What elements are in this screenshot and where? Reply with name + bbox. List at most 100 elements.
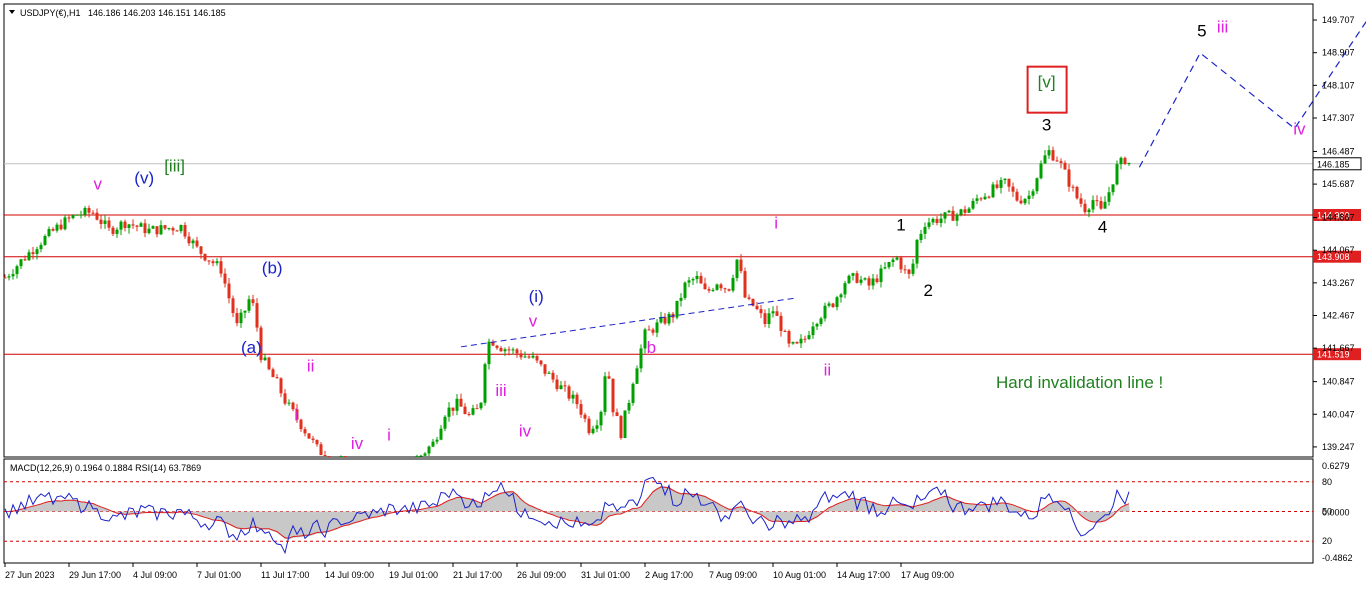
- candle-body: [887, 261, 891, 268]
- candle-body: [123, 221, 127, 228]
- candle-body: [299, 419, 303, 430]
- time-axis-label: 4 Jul 09:00: [133, 570, 177, 580]
- candle-body: [787, 331, 791, 344]
- indicator-axis-label: 20: [1322, 536, 1332, 546]
- price-chart[interactable]: v (v) [iii] (b) (a) ii i iv i (i) v iii iv b i ii 1 2 3 4 5 i…: [0, 0, 1366, 588]
- candle-body: [135, 225, 139, 227]
- candle-body: [7, 276, 11, 278]
- candle-body: [619, 416, 623, 439]
- candle-body: [863, 278, 867, 280]
- price-axis-label: 148.907: [1322, 48, 1355, 58]
- candle-body: [679, 297, 683, 301]
- candle-body: [811, 326, 815, 336]
- candle-body: [1095, 200, 1099, 202]
- candle-body: [39, 244, 43, 250]
- candle-body: [311, 438, 315, 440]
- candle-body: [823, 305, 827, 319]
- candle-body: [19, 259, 23, 267]
- ohlc-values: 146.186 146.203 146.151 146.185: [88, 8, 226, 18]
- candle-body: [967, 208, 971, 213]
- candle-body: [923, 226, 927, 234]
- candle-body: [519, 353, 523, 358]
- candle-body: [755, 305, 759, 310]
- candle-body: [727, 289, 731, 291]
- candle-body: [327, 456, 331, 457]
- candle-body: [247, 299, 251, 311]
- candle-body: [439, 428, 443, 440]
- candle-body: [75, 214, 79, 216]
- candle-body: [695, 275, 699, 280]
- candle-body: [579, 404, 583, 415]
- candle-body: [1031, 191, 1035, 196]
- wave-label: iv: [351, 434, 364, 453]
- wave-label: v: [529, 311, 538, 330]
- wave-label: iv: [519, 422, 532, 441]
- candle-body: [219, 261, 223, 274]
- candle-body: [455, 398, 459, 411]
- wave-projection: [460, 20, 1366, 348]
- candle-body: [611, 378, 615, 413]
- candle-body: [807, 335, 811, 339]
- candle-body: [1011, 186, 1015, 192]
- invalidation-annotation: Hard invalidation line !: [996, 373, 1163, 392]
- candle-body: [447, 407, 451, 417]
- candle-body: [591, 428, 595, 434]
- candle-body: [523, 356, 527, 358]
- symbol-dropdown-icon[interactable]: [9, 10, 15, 14]
- candle-body: [943, 212, 947, 219]
- price-axis-label: 145.687: [1322, 179, 1355, 189]
- candle-body: [975, 198, 979, 201]
- candle-body: [739, 259, 743, 272]
- candle-body: [51, 229, 55, 231]
- candle-body: [763, 313, 767, 324]
- wave-label: (i): [529, 287, 544, 306]
- candle-body: [663, 316, 667, 324]
- candle-body: [183, 225, 187, 237]
- candle-body: [319, 444, 323, 456]
- candle-body: [831, 303, 835, 307]
- candle-body: [515, 349, 519, 354]
- candle-body: [1039, 163, 1043, 179]
- candle-body: [1127, 162, 1131, 164]
- time-axis-label: 14 Aug 17:00: [837, 570, 890, 580]
- candle-body: [131, 224, 135, 226]
- wave-label: iii: [495, 381, 506, 400]
- candle-body: [527, 356, 531, 358]
- wave-label: 5: [1197, 22, 1206, 41]
- level-lines: [4, 214, 1313, 355]
- wave-label: [v]: [1038, 73, 1056, 92]
- candle-body: [531, 355, 535, 358]
- candle-body: [1043, 155, 1047, 164]
- candle-body: [475, 408, 479, 410]
- projection-path: [1138, 20, 1366, 168]
- candle-body: [915, 239, 919, 264]
- candle-body: [1027, 195, 1031, 199]
- candle-body: [195, 240, 199, 247]
- candle-body: [767, 313, 771, 324]
- candle-body: [623, 410, 627, 439]
- candle-body: [667, 313, 671, 324]
- wave-label: iii: [1217, 18, 1228, 37]
- candle-body: [471, 408, 475, 415]
- candle-body: [187, 236, 191, 244]
- candle-body: [895, 257, 899, 260]
- time-axis: 27 Jun 2023 29 Jun 17:00 4 Jul 09:00 7 Jul …: [4, 563, 954, 580]
- candle-body: [919, 233, 923, 240]
- candle-body: [647, 329, 651, 331]
- candle-body: [795, 342, 799, 344]
- candle-body: [171, 228, 175, 231]
- candle-body: [303, 429, 307, 434]
- candle-body: [635, 368, 639, 384]
- wave-label: v: [94, 175, 103, 194]
- candle-body: [3, 277, 7, 279]
- candle-body: [1119, 157, 1123, 165]
- wave-label: 2: [923, 281, 932, 300]
- indicator-axis: 0.627980500.000020-0.4862: [1322, 461, 1353, 563]
- wave-label: ii: [307, 356, 315, 375]
- candle-body: [775, 311, 779, 316]
- candle-body: [875, 278, 879, 283]
- candle-body: [855, 273, 859, 283]
- candle-body: [423, 453, 427, 456]
- candle-body: [947, 210, 951, 213]
- wave-label: (a): [241, 338, 262, 357]
